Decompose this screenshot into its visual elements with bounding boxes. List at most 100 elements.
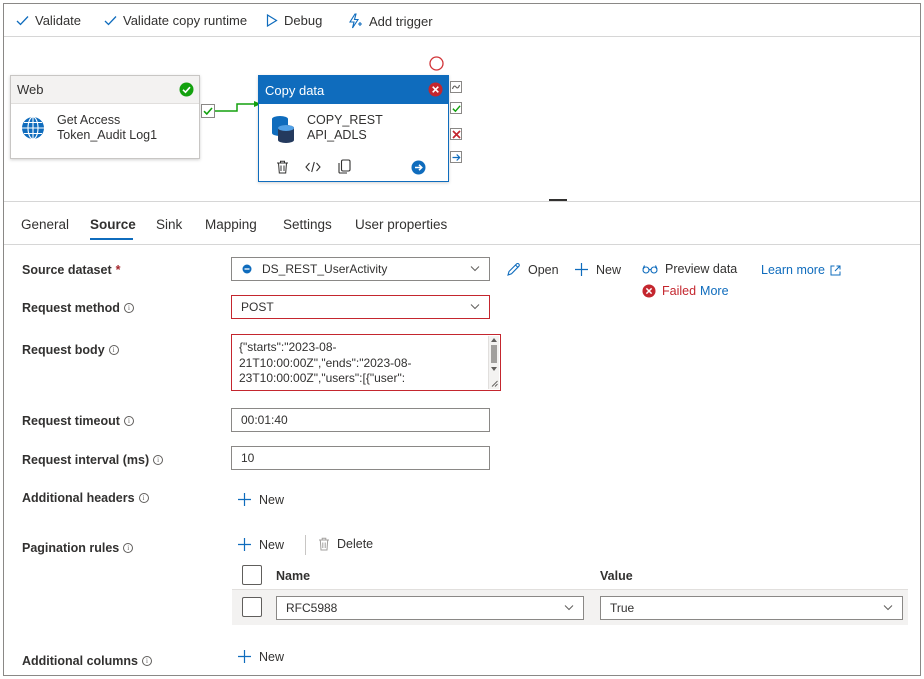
failed-text: Failed (662, 284, 697, 298)
request-body-label: Request body i (22, 343, 119, 357)
success-port[interactable] (450, 102, 462, 114)
source-dataset-label: Source dataset * (22, 263, 121, 277)
pagination-rules-label: Pagination rules i (22, 541, 134, 555)
failure-port[interactable] (450, 128, 462, 140)
glasses-icon (642, 265, 658, 274)
info-icon[interactable]: i (123, 303, 134, 313)
database-copy-icon (272, 116, 294, 143)
request-timeout-label: Request timeout i (22, 414, 134, 428)
additional-columns-label: Additional columns i (22, 654, 152, 668)
toolbar-separator (305, 535, 306, 555)
required-indicator: * (115, 263, 121, 277)
output-arrow-icon[interactable] (411, 160, 426, 175)
tab-settings[interactable]: Settings (283, 217, 332, 232)
checkmark-icon (203, 107, 213, 116)
web-activity-node[interactable]: Web Get Access Token_Audit Log1 (10, 75, 200, 159)
scroll-up-icon (491, 338, 497, 342)
tab-general[interactable]: General (21, 217, 69, 232)
add-pagination-rule-button[interactable]: New (237, 537, 284, 552)
plus-icon (575, 263, 588, 276)
request-method-select[interactable]: POST (231, 295, 490, 319)
tab-user-properties[interactable]: User properties (355, 217, 447, 232)
scroll-thumb[interactable] (491, 345, 497, 363)
success-output-port[interactable] (201, 104, 215, 118)
arrow-right-icon (452, 154, 461, 161)
additional-headers-label: Additional headers i (22, 491, 149, 505)
plus-icon (238, 493, 251, 506)
row-checkbox[interactable] (242, 597, 262, 617)
pipeline-canvas[interactable]: Web Get Access Token_Audit Log1 Copy dat… (4, 37, 920, 201)
add-column-button[interactable]: New (237, 649, 284, 664)
validate-copy-runtime-button[interactable]: Validate copy runtime (104, 13, 247, 28)
chevron-down-icon (883, 605, 893, 611)
skip-arrow-icon (452, 84, 460, 90)
skip-output-port[interactable] (450, 81, 462, 93)
web-activity-header: Web (11, 76, 199, 104)
add-trigger-button[interactable]: Add trigger (347, 13, 433, 29)
play-icon (266, 14, 278, 27)
open-dataset-button[interactable]: Open (506, 262, 559, 277)
completion-port[interactable] (450, 151, 462, 163)
info-icon[interactable]: i (141, 656, 152, 666)
column-header-value: Value (600, 569, 633, 583)
request-method-label: Request method i (22, 301, 134, 315)
chevron-down-icon (564, 605, 574, 611)
pencil-icon (507, 263, 520, 276)
active-tab-indicator (90, 238, 133, 240)
delete-pagination-rule-button[interactable]: Delete (318, 537, 373, 551)
resize-grip-icon[interactable] (491, 380, 498, 387)
learn-more-link[interactable]: Learn more (761, 263, 841, 277)
delete-icon[interactable] (276, 160, 289, 174)
tab-sink[interactable]: Sink (156, 217, 182, 232)
error-icon (642, 284, 656, 298)
info-icon[interactable]: i (123, 416, 134, 426)
textarea-scrollbar[interactable] (488, 336, 499, 389)
checkmark-icon (16, 16, 29, 26)
checkmark-icon (104, 16, 117, 26)
copy-data-node[interactable]: Copy data COPY_REST API_ADLS (258, 75, 449, 182)
external-link-icon (830, 265, 841, 275)
lightning-icon (349, 13, 362, 29)
pipeline-editor: Validate Validate copy runtime Debug Add… (3, 3, 921, 676)
canvas-divider (4, 201, 920, 202)
success-dependency-arrow (215, 101, 261, 112)
plus-icon (238, 538, 251, 551)
request-body-textarea[interactable]: {"starts":"2023-08- 21T10:00:00Z","ends"… (231, 334, 501, 391)
debug-button[interactable]: Debug (266, 13, 322, 28)
preview-status: Failed More (642, 284, 729, 298)
breakpoint-circle-icon[interactable] (429, 56, 444, 71)
web-activity-name: Get Access Token_Audit Log1 (57, 113, 158, 142)
select-all-checkbox[interactable] (242, 565, 262, 585)
new-dataset-button[interactable]: New (574, 262, 621, 277)
trash-icon (319, 537, 329, 551)
dataset-icon (242, 264, 252, 274)
chevron-down-icon (470, 266, 480, 272)
request-interval-input[interactable]: 10 (231, 446, 490, 470)
clone-icon[interactable] (338, 159, 351, 174)
error-icon (428, 82, 443, 97)
scroll-down-icon (491, 367, 497, 371)
preview-data-button[interactable]: Preview data (642, 262, 737, 276)
more-link[interactable]: More (700, 284, 728, 298)
success-icon (179, 82, 194, 97)
tab-mapping[interactable]: Mapping (205, 217, 257, 232)
info-icon[interactable]: i (153, 455, 164, 465)
info-icon[interactable]: i (138, 493, 149, 503)
code-icon[interactable] (305, 161, 321, 173)
copy-activity-name: COPY_REST API_ADLS (307, 113, 383, 142)
pagination-rule-name-select[interactable]: RFC5988 (276, 596, 584, 620)
info-icon[interactable]: i (108, 345, 119, 355)
close-icon (452, 130, 461, 139)
pagination-rule-value-select[interactable]: True (600, 596, 903, 620)
plus-icon (238, 650, 251, 663)
tabs-divider (4, 244, 920, 245)
column-header-name: Name (276, 569, 311, 583)
tab-source[interactable]: Source (90, 217, 136, 232)
request-timeout-input[interactable]: 00:01:40 (231, 408, 490, 432)
source-dataset-select[interactable]: DS_REST_UserActivity (231, 257, 490, 281)
globe-icon (22, 116, 44, 140)
add-header-button[interactable]: New (237, 492, 284, 507)
checkmark-icon (452, 105, 461, 113)
validate-button[interactable]: Validate (16, 13, 81, 28)
info-icon[interactable]: i (123, 543, 134, 553)
